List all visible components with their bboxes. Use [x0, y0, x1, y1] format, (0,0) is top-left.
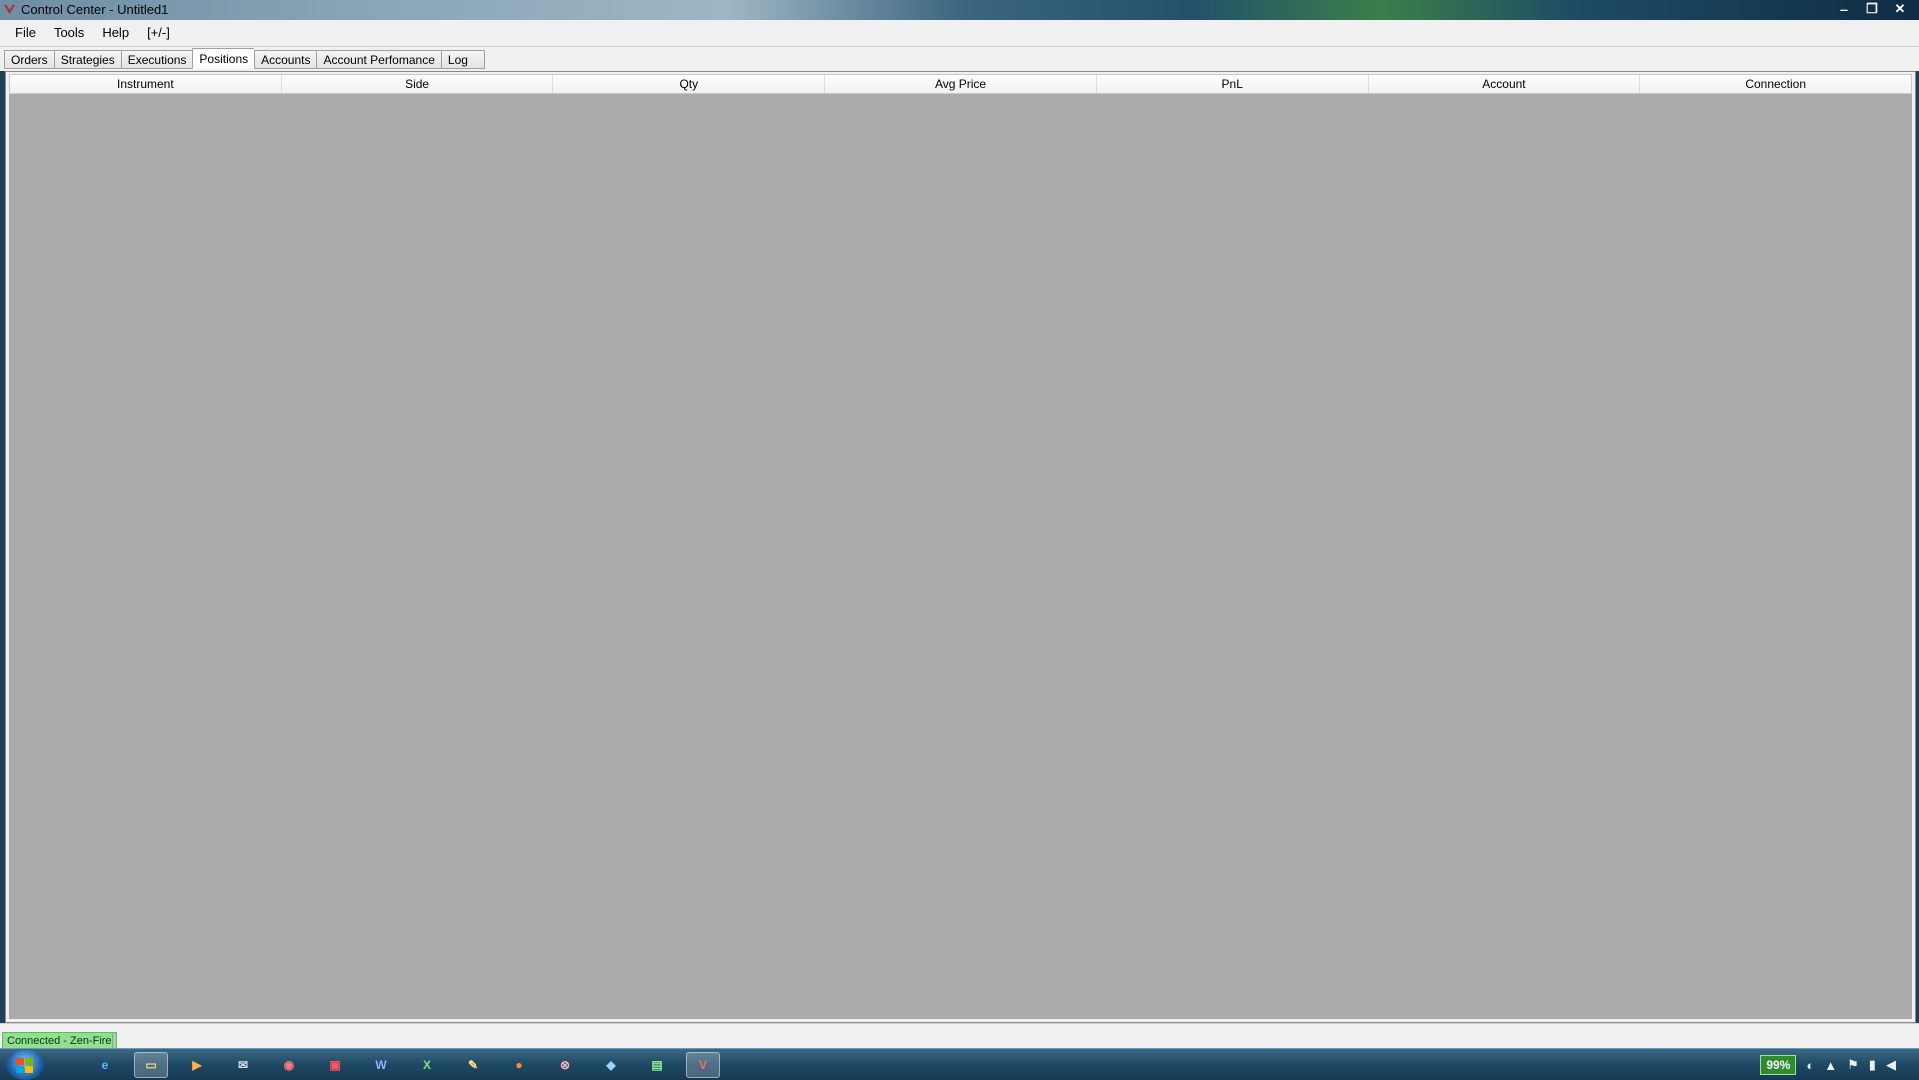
- tab-log[interactable]: Log: [440, 50, 485, 69]
- window-title: Control Center - Untitled1: [21, 2, 169, 17]
- start-button[interactable]: [6, 1050, 44, 1080]
- tab-orders[interactable]: Orders: [4, 50, 54, 69]
- column-header-connection[interactable]: Connection: [1640, 75, 1911, 93]
- tab-strategies[interactable]: Strategies: [53, 50, 121, 69]
- column-header-side[interactable]: Side: [282, 75, 554, 93]
- restore-button[interactable]: ❐: [1861, 0, 1883, 18]
- notes-icon[interactable]: ✎: [456, 1052, 490, 1078]
- app-blue-icon[interactable]: ◆: [594, 1052, 628, 1078]
- title-bar[interactable]: Control Center - Untitled1 ‒ ❐ ✕: [0, 0, 1919, 20]
- pdf-icon[interactable]: ▣: [318, 1052, 352, 1078]
- column-header-instrument[interactable]: Instrument: [10, 75, 282, 93]
- status-divider: [112, 1032, 113, 1048]
- security-icon[interactable]: ⊗: [548, 1052, 582, 1078]
- window-controls: ‒ ❐ ✕: [1833, 0, 1911, 18]
- app-icon: [4, 5, 15, 14]
- minimize-button[interactable]: ‒: [1833, 0, 1855, 18]
- positions-grid: Instrument Side Qty Avg Price PnL Accoun…: [5, 71, 1916, 1023]
- word-icon[interactable]: W: [364, 1052, 398, 1078]
- grid-body-empty[interactable]: [9, 94, 1912, 1019]
- mail-icon[interactable]: ✉: [226, 1052, 260, 1078]
- grid-header: Instrument Side Qty Avg Price PnL Accoun…: [9, 74, 1912, 94]
- app-red-icon[interactable]: ◉: [272, 1052, 306, 1078]
- power-icon[interactable]: ◐: [1806, 1058, 1814, 1073]
- menu-help[interactable]: Help: [93, 20, 138, 46]
- action-center-icon[interactable]: ⚑: [1847, 1057, 1859, 1073]
- clock-area[interactable]: [1906, 1059, 1909, 1071]
- menu-tools[interactable]: Tools: [45, 20, 93, 46]
- tab-positions[interactable]: Positions: [192, 48, 255, 69]
- column-header-qty[interactable]: Qty: [553, 75, 826, 93]
- media-player-icon[interactable]: ▶: [180, 1052, 214, 1078]
- menu-toggle-layout[interactable]: [+/-]: [138, 20, 179, 46]
- close-button[interactable]: ✕: [1889, 0, 1911, 18]
- browser-icon[interactable]: ●: [502, 1052, 536, 1078]
- column-header-pnl[interactable]: PnL: [1097, 75, 1369, 93]
- show-hidden-icons-icon[interactable]: ▲: [1824, 1058, 1837, 1073]
- system-tray: 99% ◐ ▲ ⚑ ▮ ◀: [1760, 1053, 1909, 1077]
- menu-file[interactable]: File: [0, 20, 45, 46]
- internet-explorer-icon[interactable]: e: [88, 1052, 122, 1078]
- tab-accounts[interactable]: Accounts: [254, 50, 317, 69]
- volume-icon[interactable]: ◀: [1886, 1057, 1896, 1073]
- taskbar: e ▭ ▶ ✉ ◉ ▣ W X ✎ ● ⊗ ◆ ▤ V 99% ◐ ▲ ⚑ ▮ …: [0, 1048, 1919, 1080]
- tab-executions[interactable]: Executions: [120, 50, 193, 69]
- tab-account-performance[interactable]: Account Perfomance: [316, 50, 441, 69]
- app-green-icon[interactable]: ▤: [640, 1052, 674, 1078]
- taskbar-pinned-apps: e ▭ ▶ ✉ ◉ ▣ W X ✎ ● ⊗ ◆ ▤ V: [88, 1052, 720, 1078]
- column-header-account[interactable]: Account: [1369, 75, 1641, 93]
- windows-logo-icon: [16, 1058, 33, 1073]
- control-center-icon[interactable]: V: [686, 1052, 720, 1078]
- column-header-avg-price[interactable]: Avg Price: [825, 75, 1097, 93]
- excel-icon[interactable]: X: [410, 1052, 444, 1078]
- battery-indicator[interactable]: 99%: [1760, 1055, 1797, 1075]
- status-bar: Connected - Zen-Fire: [0, 1023, 1919, 1050]
- tab-strip: Orders Strategies Executions Positions A…: [0, 47, 1919, 71]
- file-explorer-icon[interactable]: ▭: [134, 1052, 168, 1078]
- network-icon[interactable]: ▮: [1869, 1057, 1876, 1073]
- menu-bar: File Tools Help [+/-]: [0, 20, 1919, 47]
